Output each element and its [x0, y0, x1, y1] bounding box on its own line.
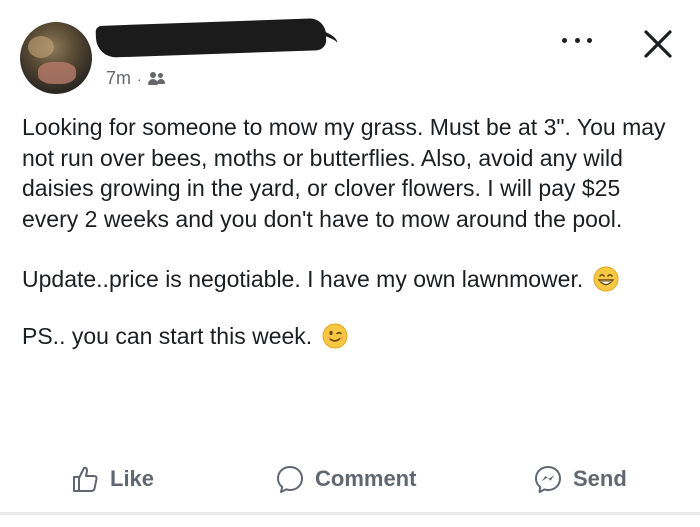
friends-icon[interactable]	[147, 71, 166, 86]
send-label: Send	[573, 466, 627, 491]
send-button[interactable]: Send	[533, 464, 627, 494]
winking-face-emoji	[322, 323, 348, 349]
post-header: 7m ·	[0, 0, 700, 110]
grinning-face-emoji	[593, 266, 619, 292]
meta-separator: ·	[137, 70, 142, 87]
messenger-icon	[533, 464, 563, 494]
speech-bubble-icon	[275, 464, 305, 494]
close-icon[interactable]	[640, 26, 676, 62]
avatar[interactable]	[20, 22, 92, 94]
comment-label: Comment	[315, 466, 417, 491]
redacted-author-name	[95, 17, 327, 59]
post-meta: 7m ·	[106, 68, 166, 89]
divider	[0, 512, 700, 515]
avatar-detail	[38, 62, 76, 84]
like-button[interactable]: Like	[70, 464, 154, 494]
more-options-icon[interactable]	[562, 30, 592, 50]
facebook-post: 7m · Looking for someone to mow my grass…	[0, 0, 700, 527]
post-paragraph-update: Update..price is negotiable. I have my o…	[22, 264, 682, 295]
comment-button[interactable]: Comment	[275, 464, 416, 494]
thumbs-up-icon	[70, 464, 100, 494]
post-body: Looking for someone to mow my grass. Mus…	[22, 112, 682, 351]
post-paragraph: PS.. you can start this week.	[22, 322, 313, 349]
post-paragraph: Looking for someone to mow my grass. Mus…	[22, 114, 666, 232]
post-timestamp[interactable]: 7m	[106, 68, 131, 89]
like-label: Like	[110, 466, 155, 491]
avatar-detail	[28, 36, 54, 58]
post-paragraph: Update..price is negotiable. I have my o…	[22, 266, 584, 292]
post-actions: Like Comment Send	[0, 452, 700, 512]
post-paragraph-ps: PS.. you can start this week.	[22, 321, 682, 352]
